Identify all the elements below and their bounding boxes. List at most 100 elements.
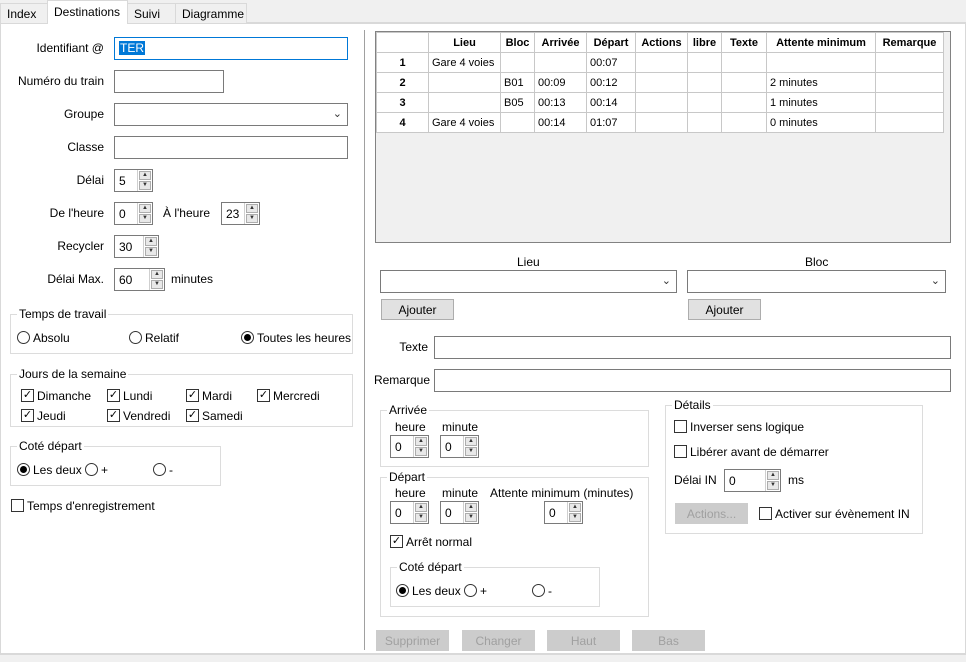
table-cell[interactable] (875, 52, 944, 73)
plus-radio[interactable] (85, 463, 98, 476)
spin-up-icon[interactable]: ▲ (151, 270, 163, 279)
table-cell[interactable] (687, 92, 722, 113)
table-cell[interactable] (635, 112, 688, 133)
spin-down-icon[interactable]: ▼ (139, 181, 151, 190)
column-header[interactable]: Actions (635, 32, 688, 53)
table-cell[interactable] (721, 52, 767, 73)
ajouter-lieu-button[interactable]: Ajouter (381, 299, 454, 320)
table-cell[interactable] (500, 52, 535, 73)
classe-field[interactable] (114, 136, 348, 159)
table-cell[interactable] (875, 72, 944, 93)
delai-max-spinner[interactable]: 60 ▲ ▼ (114, 268, 165, 291)
spin-down-icon[interactable]: ▼ (145, 247, 157, 256)
temps-enregistrement-checkbox[interactable] (11, 499, 24, 512)
table-cell[interactable] (721, 72, 767, 93)
toutes-heures-radio[interactable] (241, 331, 254, 344)
table-cell[interactable] (687, 72, 722, 93)
table-cell[interactable] (721, 112, 767, 133)
table-cell[interactable] (500, 112, 535, 133)
changer-button[interactable]: Changer (462, 630, 535, 651)
table-row[interactable]: 2 B01 00:09 00:12 2 minutes (376, 72, 944, 93)
lieu-combo[interactable]: ⌄ (380, 270, 677, 293)
activer-checkbox[interactable] (759, 507, 772, 520)
r-plus-radio[interactable] (464, 584, 477, 597)
table-cell[interactable]: 00:09 (534, 72, 587, 93)
numero-train-field[interactable] (114, 70, 224, 93)
spin-down-icon[interactable]: ▼ (246, 214, 258, 223)
groupe-combo[interactable]: ⌄ (114, 103, 348, 126)
bas-button[interactable]: Bas (632, 630, 705, 651)
vendredi-checkbox[interactable]: ✓ (107, 409, 120, 422)
table-cell[interactable] (766, 52, 876, 73)
table-cell[interactable] (428, 72, 501, 93)
mercredi-checkbox[interactable]: ✓ (257, 389, 270, 402)
relatif-radio[interactable] (129, 331, 142, 344)
row-header[interactable]: 1 (376, 52, 429, 73)
lundi-checkbox[interactable]: ✓ (107, 389, 120, 402)
spin-up-icon[interactable]: ▲ (145, 237, 157, 246)
spin-up-icon[interactable]: ▲ (767, 471, 779, 480)
row-header[interactable]: 2 (376, 72, 429, 93)
table-cell[interactable]: 01:07 (586, 112, 636, 133)
spin-up-icon[interactable]: ▲ (465, 503, 477, 512)
column-header[interactable]: Texte (721, 32, 767, 53)
dimanche-checkbox[interactable]: ✓ (21, 389, 34, 402)
table-cell[interactable] (635, 92, 688, 113)
table-row[interactable]: 4 Gare 4 voies 00:14 01:07 0 minutes (376, 112, 944, 133)
table-cell[interactable]: 00:07 (586, 52, 636, 73)
spin-down-icon[interactable]: ▼ (465, 447, 477, 456)
spin-down-icon[interactable]: ▼ (415, 447, 427, 456)
spin-up-icon[interactable]: ▲ (415, 503, 427, 512)
table-cell[interactable] (428, 92, 501, 113)
table-cell[interactable] (875, 112, 944, 133)
table-cell[interactable] (534, 52, 587, 73)
haut-button[interactable]: Haut (547, 630, 620, 651)
dep-heure-spinner[interactable]: 0 ▲ ▼ (390, 501, 429, 524)
liberer-checkbox[interactable] (674, 445, 687, 458)
dep-attente-spinner[interactable]: 0 ▲ ▼ (544, 501, 583, 524)
destinations-grid[interactable]: Lieu Bloc Arrivée Départ Actions libre T… (375, 31, 951, 243)
mardi-checkbox[interactable]: ✓ (186, 389, 199, 402)
spin-down-icon[interactable]: ▼ (139, 214, 151, 223)
table-cell[interactable]: 00:13 (534, 92, 587, 113)
ajouter-bloc-button[interactable]: Ajouter (688, 299, 761, 320)
delai-spinner[interactable]: 5 ▲ ▼ (114, 169, 153, 192)
table-cell[interactable]: 00:12 (586, 72, 636, 93)
spin-down-icon[interactable]: ▼ (415, 513, 427, 522)
spin-up-icon[interactable]: ▲ (246, 204, 258, 213)
table-row[interactable]: 1 Gare 4 voies 00:07 (376, 52, 944, 73)
table-cell[interactable] (635, 52, 688, 73)
column-header[interactable]: Remarque (875, 32, 944, 53)
samedi-checkbox[interactable]: ✓ (186, 409, 199, 422)
arret-normal-checkbox[interactable]: ✓ (390, 535, 403, 548)
de-heure-spinner[interactable]: 0 ▲ ▼ (114, 202, 153, 225)
table-row[interactable]: 3 B05 00:13 00:14 1 minutes (376, 92, 944, 113)
column-header[interactable]: Arrivée (534, 32, 587, 53)
r-les-deux-radio[interactable] (396, 584, 409, 597)
delai-in-spinner[interactable]: 0 ▲ ▼ (724, 469, 781, 492)
spin-down-icon[interactable]: ▼ (767, 481, 779, 490)
spin-up-icon[interactable]: ▲ (139, 204, 151, 213)
column-header[interactable]: Attente minimum (766, 32, 876, 53)
table-cell[interactable]: 0 minutes (766, 112, 876, 133)
identifiant-field[interactable]: TER (114, 37, 348, 60)
recycler-spinner[interactable]: 30 ▲ ▼ (114, 235, 159, 258)
table-cell[interactable]: B01 (500, 72, 535, 93)
actions-button[interactable]: Actions... (675, 503, 748, 524)
dep-minute-spinner[interactable]: 0 ▲ ▼ (440, 501, 479, 524)
les-deux-radio[interactable] (17, 463, 30, 476)
spin-up-icon[interactable]: ▲ (465, 437, 477, 446)
table-cell[interactable]: 00:14 (534, 112, 587, 133)
spin-down-icon[interactable]: ▼ (465, 513, 477, 522)
table-cell[interactable] (687, 112, 722, 133)
supprimer-button[interactable]: Supprimer (376, 630, 449, 651)
column-header[interactable]: Lieu (428, 32, 501, 53)
table-cell[interactable] (635, 72, 688, 93)
tab-diagramme[interactable]: Diagramme (175, 3, 247, 23)
remarque-field[interactable] (434, 369, 951, 392)
table-cell[interactable]: 2 minutes (766, 72, 876, 93)
table-cell[interactable]: Gare 4 voies (428, 52, 501, 73)
spin-up-icon[interactable]: ▲ (139, 171, 151, 180)
table-cell[interactable]: 00:14 (586, 92, 636, 113)
tab-destinations[interactable]: Destinations (47, 0, 128, 24)
